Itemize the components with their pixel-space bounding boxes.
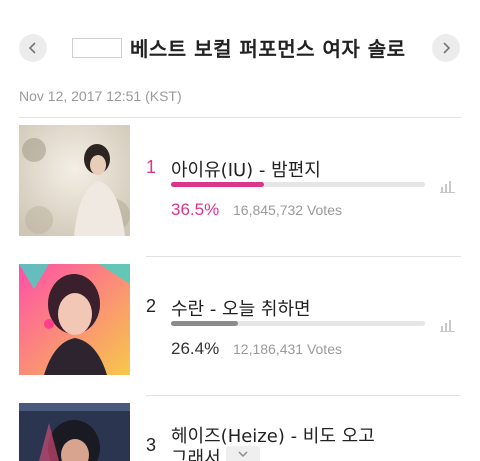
list-item[interactable]: 1 아이유(IU) - 밤편지 36.5% 16,845,732 Votes	[0, 118, 480, 258]
song-title-continued: 그래서	[171, 448, 221, 461]
vote-bar	[171, 182, 425, 187]
chevron-left-icon	[28, 42, 36, 54]
category-logo-placeholder	[72, 38, 122, 58]
chevron-down-icon	[238, 451, 248, 457]
page-title: 베스트 보컬 퍼포먼스 여자 솔로	[130, 37, 406, 61]
vote-percent: 26.4%	[171, 339, 220, 358]
song-title: 아이유(IU) - 밤편지	[171, 160, 321, 181]
vote-count: 16,845,732 Votes	[233, 202, 342, 218]
song-title: 수란 - 오늘 취하면	[171, 299, 311, 320]
previous-category-button[interactable]	[19, 34, 47, 62]
album-art	[19, 125, 130, 236]
rank-number: 1	[146, 157, 157, 177]
vote-timestamp: Nov 12, 2017 12:51 (KST)	[19, 88, 182, 104]
rank-number: 3	[146, 435, 157, 455]
bar-chart-icon[interactable]	[440, 320, 455, 332]
header: 베스트 보컬 퍼포먼스 여자 솔로	[0, 0, 480, 96]
bar-chart-icon[interactable]	[440, 181, 455, 193]
album-art	[19, 403, 130, 461]
vote-bar-fill	[171, 182, 264, 187]
vote-bar	[171, 321, 425, 326]
vote-bar-fill	[171, 321, 239, 326]
vote-percent: 36.5%	[171, 200, 220, 219]
album-art	[19, 264, 130, 375]
vote-count: 12,186,431 Votes	[233, 341, 342, 357]
expand-more-button[interactable]	[226, 446, 260, 461]
list-item[interactable]: 2 수란 - 오늘 취하면 26.4% 12,186,431 Votes	[0, 257, 480, 397]
next-category-button[interactable]	[432, 34, 460, 62]
rank-number: 2	[146, 296, 157, 316]
chevron-right-icon	[443, 42, 451, 54]
